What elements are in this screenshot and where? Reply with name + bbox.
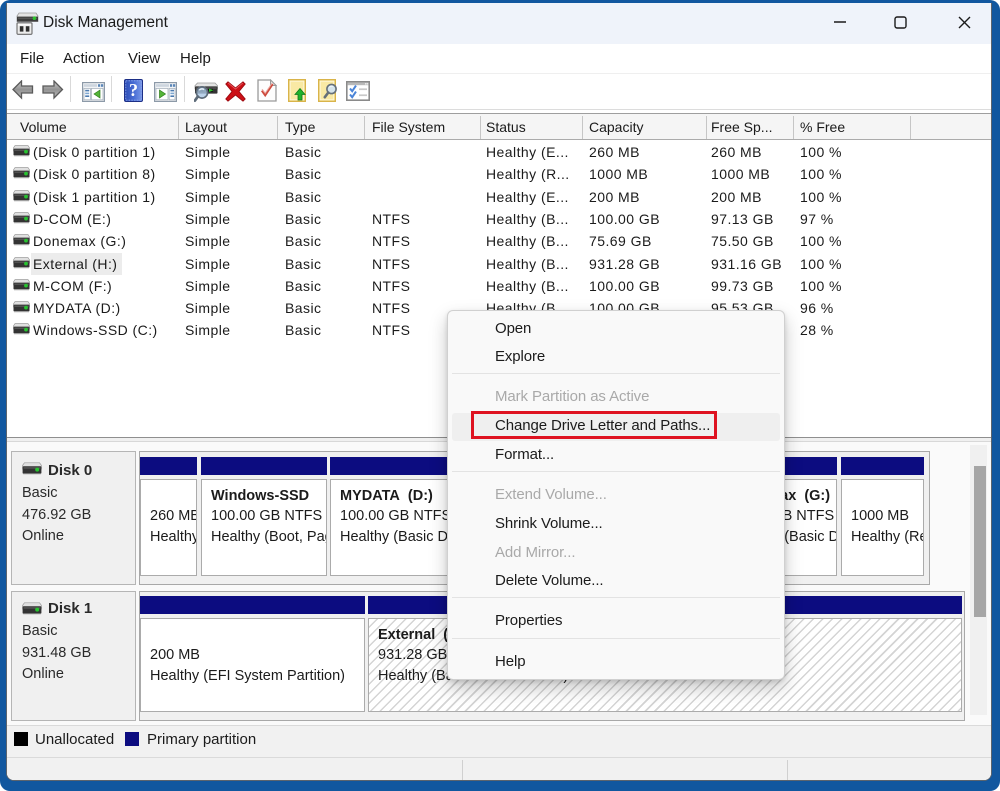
svg-text:?: ? <box>129 80 138 100</box>
